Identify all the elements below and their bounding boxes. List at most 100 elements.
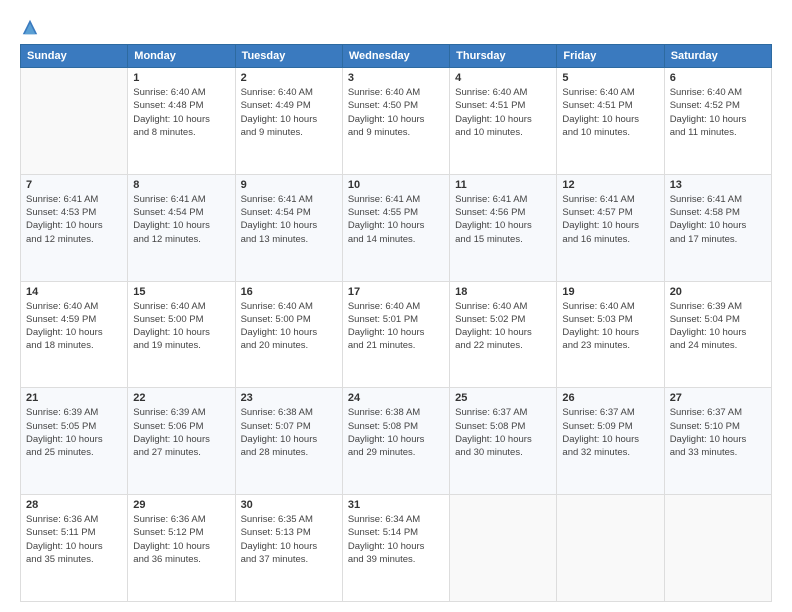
day-info: Sunrise: 6:40 AMSunset: 4:49 PMDaylight:… — [241, 86, 337, 139]
page: SundayMondayTuesdayWednesdayThursdayFrid… — [0, 0, 792, 612]
day-info: Sunrise: 6:36 AMSunset: 5:12 PMDaylight:… — [133, 513, 229, 566]
day-number: 28 — [26, 499, 122, 511]
day-number: 18 — [455, 286, 551, 298]
day-number: 3 — [348, 72, 444, 84]
day-number: 31 — [348, 499, 444, 511]
calendar-cell: 8 Sunrise: 6:41 AMSunset: 4:54 PMDaylight… — [128, 174, 235, 281]
day-number: 26 — [562, 392, 658, 404]
day-info: Sunrise: 6:38 AMSunset: 5:08 PMDaylight:… — [348, 406, 444, 459]
calendar-cell: 2 Sunrise: 6:40 AMSunset: 4:49 PMDaylight… — [235, 68, 342, 175]
day-info: Sunrise: 6:40 AMSunset: 5:00 PMDaylight:… — [133, 300, 229, 353]
day-info: Sunrise: 6:40 AMSunset: 4:51 PMDaylight:… — [562, 86, 658, 139]
day-info: Sunrise: 6:41 AMSunset: 4:53 PMDaylight:… — [26, 193, 122, 246]
day-header-wednesday: Wednesday — [342, 45, 449, 68]
day-number: 27 — [670, 392, 766, 404]
day-number: 7 — [26, 179, 122, 191]
day-info: Sunrise: 6:37 AMSunset: 5:10 PMDaylight:… — [670, 406, 766, 459]
day-number: 11 — [455, 179, 551, 191]
calendar-cell: 24 Sunrise: 6:38 AMSunset: 5:08 PMDayligh… — [342, 388, 449, 495]
calendar-cell: 12 Sunrise: 6:41 AMSunset: 4:57 PMDayligh… — [557, 174, 664, 281]
day-number: 4 — [455, 72, 551, 84]
calendar-cell: 1 Sunrise: 6:40 AMSunset: 4:48 PMDaylight… — [128, 68, 235, 175]
day-number: 19 — [562, 286, 658, 298]
calendar-cell: 27 Sunrise: 6:37 AMSunset: 5:10 PMDayligh… — [664, 388, 771, 495]
day-info: Sunrise: 6:41 AMSunset: 4:58 PMDaylight:… — [670, 193, 766, 246]
day-number: 1 — [133, 72, 229, 84]
calendar-header-row: SundayMondayTuesdayWednesdayThursdayFrid… — [21, 45, 772, 68]
day-number: 15 — [133, 286, 229, 298]
day-number: 29 — [133, 499, 229, 511]
calendar-cell — [664, 495, 771, 602]
calendar-cell: 30Sunrise: 6:35 AMSunset: 5:13 PMDayligh… — [235, 495, 342, 602]
day-info: Sunrise: 6:39 AMSunset: 5:05 PMDaylight:… — [26, 406, 122, 459]
calendar-cell: 20 Sunrise: 6:39 AMSunset: 5:04 PMDayligh… — [664, 281, 771, 388]
week-row-0: 1 Sunrise: 6:40 AMSunset: 4:48 PMDaylight… — [21, 68, 772, 175]
day-info: Sunrise: 6:36 AMSunset: 5:11 PMDaylight:… — [26, 513, 122, 566]
day-info: Sunrise: 6:40 AMSunset: 4:59 PMDaylight:… — [26, 300, 122, 353]
day-number: 20 — [670, 286, 766, 298]
calendar-cell — [557, 495, 664, 602]
calendar-cell — [450, 495, 557, 602]
day-number: 23 — [241, 392, 337, 404]
day-header-thursday: Thursday — [450, 45, 557, 68]
calendar-cell: 10Sunrise: 6:41 AMSunset: 4:55 PMDayligh… — [342, 174, 449, 281]
calendar-table: SundayMondayTuesdayWednesdayThursdayFrid… — [20, 44, 772, 602]
calendar-cell: 3 Sunrise: 6:40 AMSunset: 4:50 PMDaylight… — [342, 68, 449, 175]
day-number: 24 — [348, 392, 444, 404]
calendar-cell: 29 Sunrise: 6:36 AMSunset: 5:12 PMDayligh… — [128, 495, 235, 602]
week-row-1: 7 Sunrise: 6:41 AMSunset: 4:53 PMDaylight… — [21, 174, 772, 281]
day-info: Sunrise: 6:41 AMSunset: 4:56 PMDaylight:… — [455, 193, 551, 246]
day-number: 16 — [241, 286, 337, 298]
week-row-2: 14 Sunrise: 6:40 AMSunset: 4:59 PMDayligh… — [21, 281, 772, 388]
week-row-4: 28 Sunrise: 6:36 AMSunset: 5:11 PMDayligh… — [21, 495, 772, 602]
day-number: 2 — [241, 72, 337, 84]
calendar-cell: 26 Sunrise: 6:37 AMSunset: 5:09 PMDayligh… — [557, 388, 664, 495]
day-header-saturday: Saturday — [664, 45, 771, 68]
day-number: 6 — [670, 72, 766, 84]
day-info: Sunrise: 6:39 AMSunset: 5:04 PMDaylight:… — [670, 300, 766, 353]
calendar-cell — [21, 68, 128, 175]
day-info: Sunrise: 6:37 AMSunset: 5:09 PMDaylight:… — [562, 406, 658, 459]
day-number: 13 — [670, 179, 766, 191]
calendar-cell: 14 Sunrise: 6:40 AMSunset: 4:59 PMDayligh… — [21, 281, 128, 388]
day-info: Sunrise: 6:40 AMSunset: 5:00 PMDaylight:… — [241, 300, 337, 353]
day-info: Sunrise: 6:40 AMSunset: 5:03 PMDaylight:… — [562, 300, 658, 353]
day-number: 14 — [26, 286, 122, 298]
day-number: 8 — [133, 179, 229, 191]
calendar-cell: 23 Sunrise: 6:38 AMSunset: 5:07 PMDayligh… — [235, 388, 342, 495]
day-number: 30 — [241, 499, 337, 511]
day-info: Sunrise: 6:40 AMSunset: 4:52 PMDaylight:… — [670, 86, 766, 139]
header — [20, 18, 772, 36]
calendar-cell: 31Sunrise: 6:34 AMSunset: 5:14 PMDayligh… — [342, 495, 449, 602]
day-info: Sunrise: 6:40 AMSunset: 4:51 PMDaylight:… — [455, 86, 551, 139]
day-info: Sunrise: 6:40 AMSunset: 5:01 PMDaylight:… — [348, 300, 444, 353]
calendar-cell: 18 Sunrise: 6:40 AMSunset: 5:02 PMDayligh… — [450, 281, 557, 388]
day-info: Sunrise: 6:41 AMSunset: 4:57 PMDaylight:… — [562, 193, 658, 246]
day-header-monday: Monday — [128, 45, 235, 68]
logo-icon — [21, 18, 39, 36]
calendar-cell: 17 Sunrise: 6:40 AMSunset: 5:01 PMDayligh… — [342, 281, 449, 388]
logo — [20, 18, 40, 36]
day-number: 17 — [348, 286, 444, 298]
calendar-cell: 28 Sunrise: 6:36 AMSunset: 5:11 PMDayligh… — [21, 495, 128, 602]
day-info: Sunrise: 6:40 AMSunset: 5:02 PMDaylight:… — [455, 300, 551, 353]
calendar-cell: 9 Sunrise: 6:41 AMSunset: 4:54 PMDaylight… — [235, 174, 342, 281]
day-info: Sunrise: 6:38 AMSunset: 5:07 PMDaylight:… — [241, 406, 337, 459]
day-number: 9 — [241, 179, 337, 191]
week-row-3: 21 Sunrise: 6:39 AMSunset: 5:05 PMDayligh… — [21, 388, 772, 495]
day-number: 21 — [26, 392, 122, 404]
day-header-tuesday: Tuesday — [235, 45, 342, 68]
calendar-cell: 7 Sunrise: 6:41 AMSunset: 4:53 PMDaylight… — [21, 174, 128, 281]
calendar-cell: 4 Sunrise: 6:40 AMSunset: 4:51 PMDaylight… — [450, 68, 557, 175]
day-info: Sunrise: 6:40 AMSunset: 4:48 PMDaylight:… — [133, 86, 229, 139]
day-number: 12 — [562, 179, 658, 191]
day-info: Sunrise: 6:37 AMSunset: 5:08 PMDaylight:… — [455, 406, 551, 459]
day-info: Sunrise: 6:41 AMSunset: 4:54 PMDaylight:… — [241, 193, 337, 246]
day-number: 25 — [455, 392, 551, 404]
day-number: 5 — [562, 72, 658, 84]
calendar-cell: 15 Sunrise: 6:40 AMSunset: 5:00 PMDayligh… — [128, 281, 235, 388]
day-info: Sunrise: 6:41 AMSunset: 4:54 PMDaylight:… — [133, 193, 229, 246]
day-info: Sunrise: 6:40 AMSunset: 4:50 PMDaylight:… — [348, 86, 444, 139]
day-number: 10 — [348, 179, 444, 191]
calendar-cell: 6 Sunrise: 6:40 AMSunset: 4:52 PMDaylight… — [664, 68, 771, 175]
